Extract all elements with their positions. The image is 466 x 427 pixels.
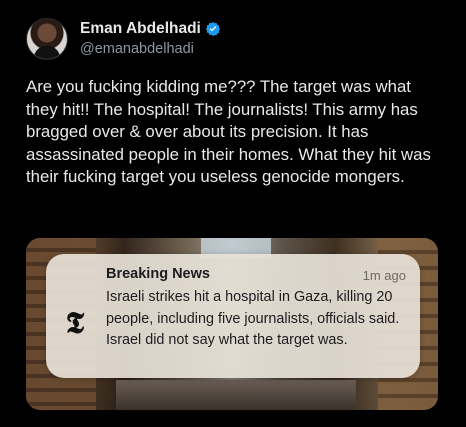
name-row: Eman Abdelhadi	[80, 20, 221, 39]
notification-time: 1m ago	[362, 268, 406, 283]
author-display-name[interactable]: Eman Abdelhadi	[80, 20, 201, 39]
notification-body: Israeli strikes hit a hospital in Gaza, …	[106, 289, 400, 348]
tweet-text: Are you fucking kidding me??? The target…	[26, 77, 431, 187]
avatar[interactable]	[26, 18, 68, 60]
author-handle[interactable]: @emanabdelhadi	[80, 41, 221, 58]
push-notification-card: 𝕿 Breaking News 1m ago Israeli strikes h…	[46, 254, 420, 378]
background-street	[116, 380, 356, 410]
verified-badge-icon	[205, 22, 220, 37]
nyt-logo-icon: 𝕿	[65, 305, 85, 341]
author-names: Eman Abdelhadi @emanabdelhadi	[80, 20, 221, 58]
notification-title: Breaking News	[106, 266, 210, 282]
tweet-post: Eman Abdelhadi @emanabdelhadi Are you fu…	[0, 0, 466, 427]
tweet-header: Eman Abdelhadi @emanabdelhadi	[26, 14, 221, 64]
